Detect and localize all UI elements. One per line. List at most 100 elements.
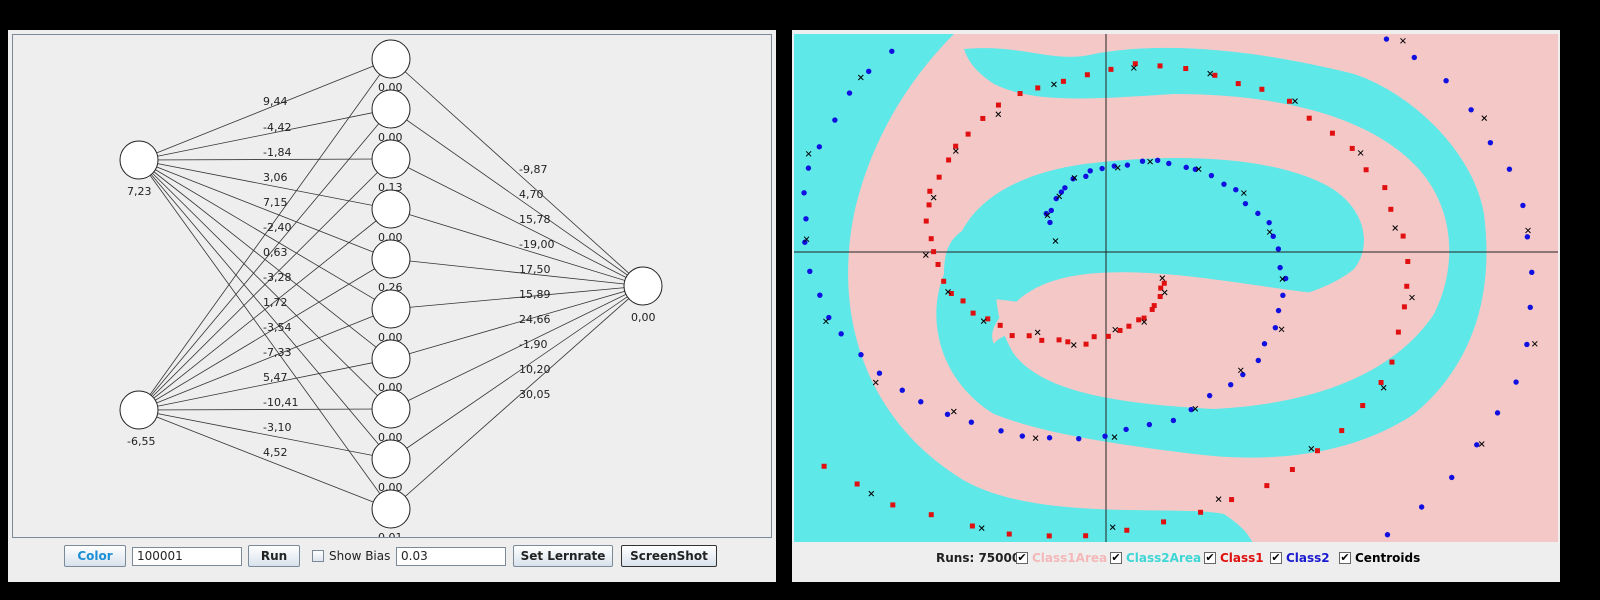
run-button[interactable]: Run (248, 545, 300, 567)
class1-point (965, 131, 971, 137)
class2-point (846, 90, 853, 96)
class1-point (1405, 258, 1411, 264)
input-node (119, 140, 159, 180)
class2-point (889, 48, 895, 54)
class2-point (1520, 202, 1526, 209)
class1-point (1401, 304, 1407, 310)
class2-point (1053, 195, 1059, 202)
weight-in-label: 4,52 (263, 446, 288, 459)
weight-in-label: 5,47 (263, 371, 288, 384)
class1-point (1117, 327, 1123, 333)
class2-point (1270, 233, 1276, 239)
weight-in-label: 3,06 (263, 171, 288, 184)
class1-point (1183, 66, 1189, 72)
set-learnrate-button[interactable]: Set Lernrate (513, 545, 613, 567)
edge-h4-out (390, 258, 644, 287)
toolbar: Color 100001 Run Show Bias 0.03 Set Lern… (8, 542, 776, 572)
edge-h1-out (390, 108, 644, 287)
show-bias-checkbox[interactable] (312, 550, 324, 562)
weight-in-label: -2,40 (263, 221, 291, 234)
weight-out-label: -1,90 (519, 338, 547, 351)
weight-in-label: -3,10 (263, 421, 291, 434)
class1-point (1349, 145, 1355, 151)
class2-point (1277, 264, 1283, 271)
class2-point (1208, 172, 1215, 179)
class1-point (926, 202, 932, 208)
centroids-checkbox[interactable]: ✔ (1339, 552, 1351, 564)
class1-point (1009, 333, 1015, 339)
class1-point (1039, 337, 1045, 343)
class1-point (995, 102, 1001, 108)
class2-point (1183, 164, 1189, 171)
class1-point (1289, 466, 1295, 472)
class2-point (1487, 139, 1494, 146)
class2-point (1046, 435, 1053, 441)
class1-point (1314, 448, 1320, 454)
class2-point (1076, 435, 1082, 442)
class2-point (832, 117, 838, 123)
output-value-label: 0,00 (631, 311, 656, 324)
class1-point (1212, 72, 1218, 78)
class1-checkbox[interactable]: ✔ (1204, 552, 1216, 564)
network-canvas: 9,44 -4,42 -1,84 3,06 7,15 -2,40 0,63 -3,28 1,72… (12, 34, 772, 544)
class2-point (1206, 392, 1213, 399)
color-button[interactable]: Color (64, 545, 126, 567)
class2-point (1255, 210, 1261, 217)
class2-point (1154, 157, 1161, 164)
class1-point (1083, 341, 1089, 347)
learnrate-field[interactable]: 0.03 (396, 547, 506, 566)
class1-point (1026, 333, 1032, 339)
class1-point (854, 481, 860, 487)
class2-point (1272, 324, 1279, 331)
class2-point (1524, 234, 1531, 240)
class2-point (1048, 207, 1054, 214)
class1-point (1056, 337, 1062, 343)
class2-point (1383, 36, 1390, 42)
hidden-node (371, 239, 411, 279)
class2-point (838, 331, 844, 337)
hidden-node (371, 189, 411, 229)
class2-point (944, 411, 951, 417)
hidden-node (371, 389, 411, 429)
legend: Runs: 75000 ✔ Class1Area ✔ Class2Area ✔ … (792, 548, 1560, 568)
class1area-checkbox[interactable]: ✔ (1016, 552, 1028, 564)
edge-in1-h7 (138, 408, 392, 411)
class1-point (1017, 91, 1023, 97)
hidden-value-label: 0,01 (378, 531, 403, 537)
class2-point (1280, 292, 1286, 299)
network-diagram: 9,44 -4,42 -1,84 3,06 7,15 -2,40 0,63 -3,28 1,72… (119, 39, 663, 544)
class2-point (1102, 433, 1108, 439)
class2-checkbox[interactable]: ✔ (1270, 552, 1282, 564)
class1-point (890, 502, 896, 508)
class2-point (1019, 433, 1026, 439)
class1-point (1339, 428, 1345, 434)
class2-point (816, 144, 823, 150)
weight-in-label: -7,33 (263, 346, 291, 359)
hidden-node (371, 139, 411, 179)
show-bias-label: Show Bias (329, 549, 391, 563)
class2-point (1099, 165, 1105, 172)
class2-point (876, 370, 883, 376)
class1-point (1400, 233, 1406, 239)
class2-point (858, 352, 864, 358)
weight-out-label: 15,89 (519, 288, 551, 301)
class1-point (1091, 334, 1097, 340)
hidden-node (371, 489, 411, 529)
runs-field[interactable]: 100001 (132, 547, 242, 566)
screenshot-button[interactable]: ScreenShot (621, 545, 717, 567)
edge-in0-h2 (138, 158, 392, 161)
class1-point (1157, 294, 1163, 300)
class1-point (923, 218, 929, 224)
class1-point (980, 115, 986, 121)
classification-plot (794, 34, 1558, 542)
class2-point (1527, 304, 1533, 311)
class2-point (1123, 426, 1129, 433)
hidden-node (371, 289, 411, 329)
class2area-checkbox[interactable]: ✔ (1110, 552, 1122, 564)
class2-point (1275, 307, 1282, 314)
weight-out-label: -9,87 (519, 163, 547, 176)
input-value-label: 7,23 (127, 185, 152, 198)
class1-point (1161, 280, 1167, 286)
class2-point (803, 216, 809, 222)
class1-point (997, 322, 1003, 328)
